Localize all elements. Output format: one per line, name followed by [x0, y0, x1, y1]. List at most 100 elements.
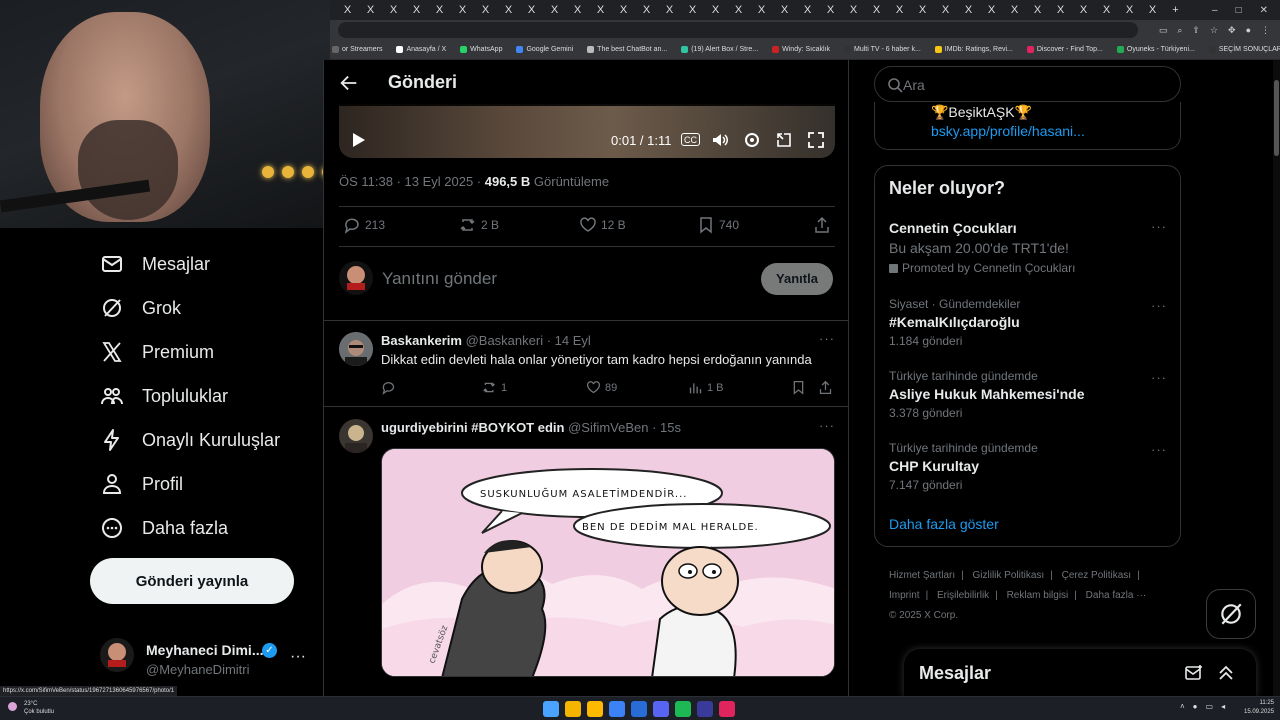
tweet-more-icon[interactable]: ···	[819, 331, 835, 346]
browser-tab[interactable]: X	[566, 0, 589, 20]
nav-item-more[interactable]: Daha fazla	[100, 508, 228, 548]
browser-tab[interactable]: X	[865, 0, 888, 20]
tray-chevron-icon[interactable]: ˄	[1180, 702, 1185, 711]
avatar[interactable]	[339, 419, 373, 453]
bookmark-item[interactable]: WhatsApp	[460, 46, 502, 53]
extensions-icon[interactable]: ✥	[1228, 25, 1236, 36]
repost-action[interactable]: 2 B	[459, 216, 499, 234]
taskbar-app-icon[interactable]	[719, 701, 735, 717]
cast-icon[interactable]: ▭	[1159, 25, 1168, 36]
reply-button[interactable]: Yanıtla	[761, 263, 833, 295]
browser-tab[interactable]: X	[1095, 0, 1118, 20]
browser-tab[interactable]: X	[635, 0, 658, 20]
taskbar-app-icon[interactable]	[565, 701, 581, 717]
bookmark-item[interactable]: Oyuneks - Türkiyeni...	[1116, 46, 1195, 53]
back-arrow-icon[interactable]	[338, 72, 360, 94]
zoom-icon[interactable]: ⌕	[1177, 25, 1182, 36]
footer-link-imprint[interactable]: Imprint	[889, 590, 920, 601]
browser-tab[interactable]: X	[773, 0, 796, 20]
footer-link-accessibility[interactable]: Erişilebilirlik	[937, 590, 989, 601]
minimize-button[interactable]: –	[1212, 5, 1218, 16]
profile-link[interactable]: bsky.app/profile/hasani...	[931, 123, 1085, 139]
bookmark-item[interactable]: Anasayfa / X	[396, 46, 446, 53]
tray-network-icon[interactable]: ▭	[1206, 702, 1214, 711]
browser-tab[interactable]: X	[474, 0, 497, 20]
footer-link-ads-info[interactable]: Reklam bilgisi	[1007, 590, 1069, 601]
nav-item-grok[interactable]: Grok	[100, 288, 181, 328]
system-clock[interactable]: 11:25 15.09.2025	[1244, 699, 1274, 717]
avatar[interactable]	[339, 332, 373, 366]
new-message-icon[interactable]	[1184, 663, 1204, 683]
grok-floating-button[interactable]	[1206, 589, 1256, 639]
browser-tab[interactable]: X	[934, 0, 957, 20]
browser-tab[interactable]: X	[497, 0, 520, 20]
share-action[interactable]	[813, 216, 835, 234]
nav-item-profile[interactable]: Profil	[100, 464, 183, 504]
captions-button[interactable]: CC	[681, 133, 700, 146]
bookmark-item[interactable]: Multi TV - 6 haber k...	[844, 46, 921, 53]
browser-tab[interactable]: X	[842, 0, 865, 20]
bookmark-item[interactable]: Discover - Find Top...	[1026, 46, 1103, 53]
browser-tab[interactable]: X	[1072, 0, 1095, 20]
search-input[interactable]	[903, 74, 1163, 96]
fullscreen-button[interactable]	[807, 130, 825, 150]
browser-tab[interactable]: X	[727, 0, 750, 20]
footer-link-more[interactable]: Daha fazla ···	[1086, 590, 1147, 601]
bookmark-action[interactable]	[791, 380, 810, 395]
trend-more-icon[interactable]: ···	[1151, 370, 1167, 385]
browser-tab[interactable]: X	[428, 0, 451, 20]
trend-more-icon[interactable]: ···	[1151, 219, 1167, 234]
bookmark-item[interactable]: Windy: Sıcaklık	[772, 46, 830, 53]
bookmark-item[interactable]: (19) Alert Box / Stre...	[681, 46, 758, 53]
browser-tab[interactable]: X	[451, 0, 474, 20]
star-icon[interactable]: ☆	[1210, 25, 1218, 36]
share-action[interactable]	[818, 380, 837, 395]
video-player[interactable]: 0:01 / 1:11 CC	[339, 104, 835, 158]
views-action[interactable]: 1 B	[688, 380, 724, 395]
bookmark-action[interactable]: 740	[697, 216, 739, 234]
post-button[interactable]: Gönderi yayınla	[90, 558, 294, 604]
tray-mic-icon[interactable]: ●	[1193, 702, 1198, 711]
browser-tab[interactable]: X	[957, 0, 980, 20]
footer-link-cookies[interactable]: Çerez Politikası	[1062, 570, 1131, 581]
reply-action[interactable]: 213	[343, 216, 385, 234]
browser-tab[interactable]: X	[405, 0, 428, 20]
weather-widget[interactable]: 23°C Çok bulutlu	[8, 700, 54, 716]
account-more-icon[interactable]: ···	[290, 648, 306, 666]
tweet-image[interactable]: SUSKUNLUĞUM ASALETİMDENDİR... BEN DE DED…	[381, 448, 835, 677]
reply-action[interactable]	[381, 380, 400, 395]
profile-icon[interactable]: ●	[1246, 25, 1251, 36]
close-button[interactable]: ✕	[1260, 5, 1268, 16]
taskbar-app-icon[interactable]	[631, 701, 647, 717]
footer-link-privacy[interactable]: Gizlilik Politikası	[973, 570, 1045, 581]
taskbar-app-icon[interactable]	[653, 701, 669, 717]
taskbar-app-icon[interactable]	[675, 701, 691, 717]
browser-tab[interactable]: X	[980, 0, 1003, 20]
browser-tab[interactable]: X	[796, 0, 819, 20]
bookmark-item[interactable]: IMDb: Ratings, Revi...	[934, 46, 1013, 53]
bookmark-item[interactable]: SEÇİM SONUÇLARI...	[1208, 46, 1280, 53]
menu-icon[interactable]: ⋮	[1261, 25, 1270, 36]
browser-tab[interactable]: X	[520, 0, 543, 20]
browser-tab[interactable]: X	[658, 0, 681, 20]
nav-item-verified-orgs[interactable]: Onaylı Kuruluşlar	[100, 420, 280, 460]
browser-tab[interactable]: X	[359, 0, 382, 20]
settings-button[interactable]	[743, 130, 761, 150]
maximize-button[interactable]: □	[1236, 5, 1242, 16]
bookmark-item[interactable]: or Streamers	[332, 46, 382, 53]
like-action[interactable]: 12 B	[579, 216, 626, 234]
browser-tab[interactable]: X	[750, 0, 773, 20]
taskbar-app-icon[interactable]	[587, 701, 603, 717]
messages-drawer[interactable]: Mesajlar	[904, 649, 1256, 697]
like-action[interactable]: 89	[586, 380, 617, 395]
trend-more-icon[interactable]: ···	[1151, 298, 1167, 313]
trend-more-icon[interactable]: ···	[1151, 442, 1167, 457]
taskbar-app-icon[interactable]	[543, 701, 559, 717]
browser-tab[interactable]: X	[704, 0, 727, 20]
browser-tab[interactable]: X	[612, 0, 635, 20]
footer-link-terms[interactable]: Hizmet Şartları	[889, 570, 955, 581]
volume-button[interactable]	[711, 130, 729, 150]
share-icon[interactable]: ⇪	[1192, 25, 1200, 36]
browser-tab[interactable]: X	[888, 0, 911, 20]
nav-item-communities[interactable]: Topluluklar	[100, 376, 228, 416]
